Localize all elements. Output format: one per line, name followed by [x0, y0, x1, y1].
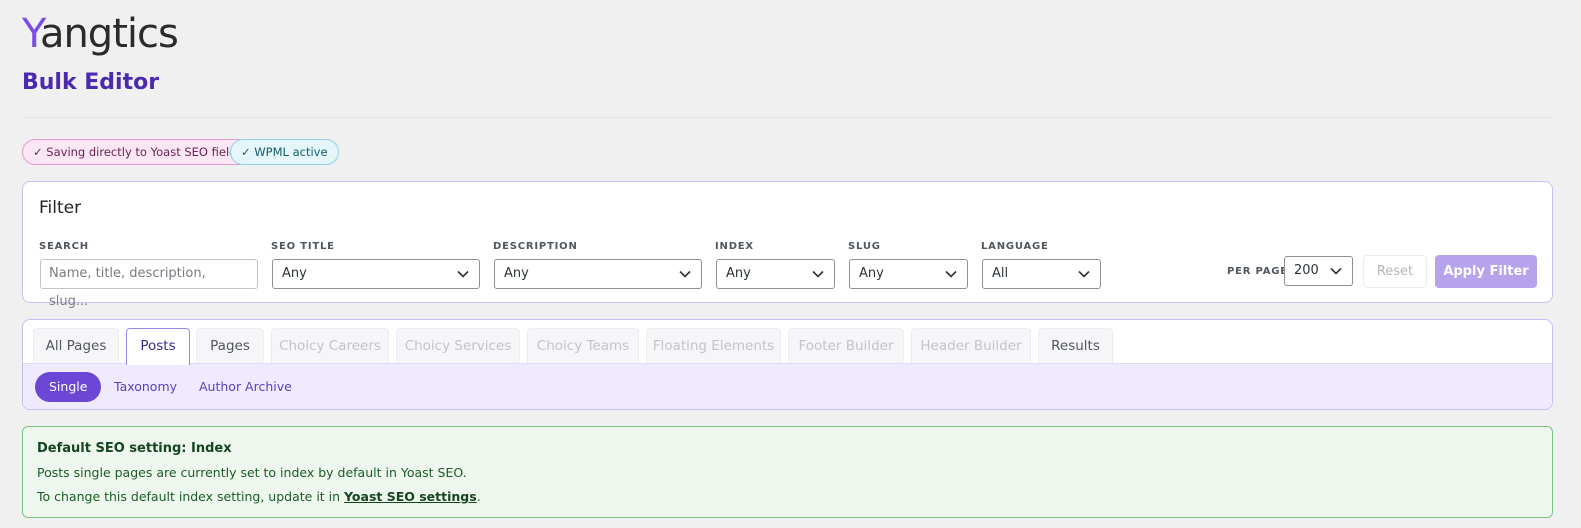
wpml-active-badge: ✓ WPML active — [230, 139, 339, 165]
chevron-down-icon — [945, 270, 957, 278]
divider — [22, 117, 1553, 118]
search-label: SEARCH — [39, 241, 89, 252]
filter-panel: Filter SEARCH Name, title, description, … — [22, 181, 1553, 309]
subtab-bar: Single Taxonomy Author Archive — [23, 363, 1552, 409]
yoast-seo-settings-link[interactable]: Yoast SEO settings — [344, 489, 477, 504]
notice-line-1: Posts single pages are currently set to … — [37, 465, 467, 480]
tab-floating-elements[interactable]: Floating Elements — [646, 328, 781, 364]
description-select[interactable]: Any — [494, 259, 702, 289]
index-label: INDEX — [715, 241, 754, 252]
default-seo-notice: Default SEO setting: Index Posts single … — [22, 426, 1553, 518]
page-title: Bulk Editor — [22, 70, 160, 95]
slug-label: SLUG — [848, 241, 881, 252]
tab-all-pages[interactable]: All Pages — [33, 328, 119, 364]
tab-choicy-teams[interactable]: Choicy Teams — [527, 328, 639, 364]
tab-pages[interactable]: Pages — [196, 328, 264, 364]
apply-filter-button[interactable]: Apply Filter — [1435, 255, 1537, 288]
tab-choicy-careers[interactable]: Choicy Careers — [271, 328, 389, 364]
seo-title-label: SEO TITLE — [271, 241, 335, 252]
search-input[interactable]: Name, title, description, slug... — [40, 259, 258, 309]
index-select[interactable]: Any — [716, 259, 835, 289]
yoast-saving-badge: ✓ Saving directly to Yoast SEO fields — [22, 139, 254, 165]
description-label: DESCRIPTION — [493, 241, 578, 252]
slug-select[interactable]: Any — [849, 259, 968, 289]
tab-posts[interactable]: Posts — [126, 328, 190, 365]
chevron-down-icon — [457, 270, 469, 278]
post-type-tabs: All Pages Posts Pages Choicy Careers Cho… — [22, 319, 1553, 410]
reset-button[interactable]: Reset — [1363, 255, 1427, 288]
subtab-single[interactable]: Single — [35, 372, 102, 402]
subtab-taxonomy[interactable]: Taxonomy — [100, 372, 191, 402]
chevron-down-icon — [812, 270, 824, 278]
language-label: LANGUAGE — [981, 241, 1049, 252]
chevron-down-icon — [1330, 267, 1342, 275]
tab-choicy-services[interactable]: Choicy Services — [396, 328, 520, 364]
seo-title-select[interactable]: Any — [272, 259, 480, 289]
tab-footer-builder[interactable]: Footer Builder — [788, 328, 904, 364]
notice-title: Default SEO setting: Index — [37, 441, 232, 456]
subtab-author-archive[interactable]: Author Archive — [185, 372, 306, 402]
notice-line-2: To change this default index setting, up… — [37, 489, 481, 504]
language-select[interactable]: All — [982, 259, 1101, 289]
per-page-select[interactable]: 200 — [1284, 256, 1353, 286]
per-page-label: PER PAGE — [1227, 266, 1288, 277]
tab-header-builder[interactable]: Header Builder — [911, 328, 1031, 364]
tab-results[interactable]: Results — [1038, 328, 1113, 364]
yangtics-logo: Yangtics — [22, 11, 179, 57]
filter-title: Filter — [39, 198, 82, 218]
chevron-down-icon — [679, 270, 691, 278]
chevron-down-icon — [1078, 270, 1090, 278]
